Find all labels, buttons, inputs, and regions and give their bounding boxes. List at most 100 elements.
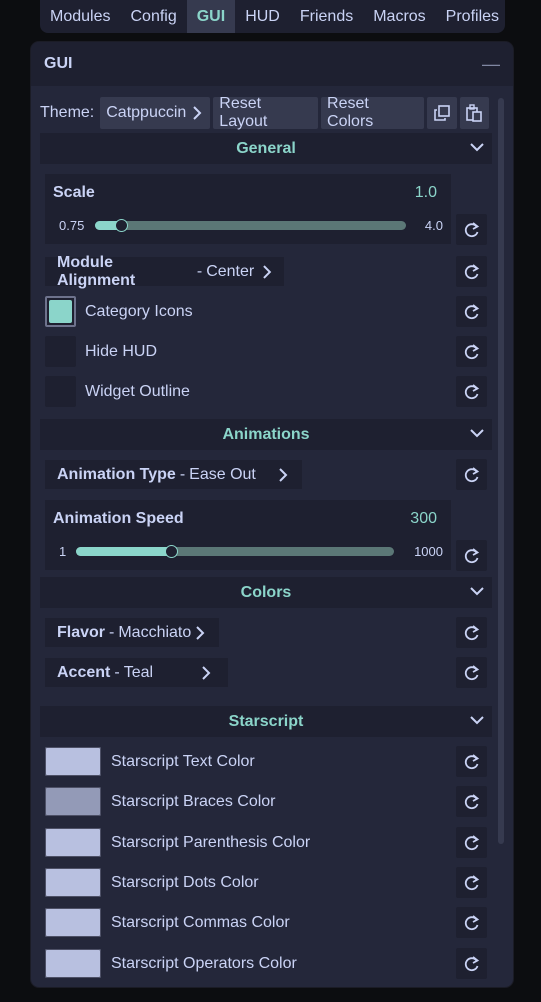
- hide-hud-checkbox[interactable]: [45, 336, 76, 367]
- animation-speed-max: 1000: [414, 544, 443, 559]
- reset-icon: [464, 914, 479, 930]
- color-setting-label: Starscript Dots Color: [111, 873, 259, 891]
- accent-reset-button[interactable]: [456, 657, 487, 688]
- color-setting-label: Starscript Parenthesis Color: [111, 833, 311, 851]
- section-header-animations[interactable]: Animations: [40, 419, 492, 450]
- animation-speed-value: 300: [410, 510, 437, 527]
- reset-icon: [464, 834, 479, 850]
- reset-icon: [464, 466, 479, 482]
- color-setting-label: Starscript Commas Color: [111, 913, 290, 931]
- hide-hud-label: Hide HUD: [85, 342, 158, 360]
- starscript-body: Starscript Text Color Starscript Braces …: [40, 737, 492, 987]
- section-title: General: [236, 139, 296, 157]
- window-header[interactable]: GUI —: [31, 42, 513, 86]
- animation-type-reset-button[interactable]: [456, 459, 487, 490]
- reset-icon: [464, 664, 479, 680]
- reset-icon: [464, 383, 479, 399]
- animation-type-value: Ease Out: [189, 465, 256, 483]
- animation-speed-slider-fill: [76, 547, 172, 556]
- widget-outline-setting: Widget Outline: [45, 376, 190, 407]
- section-header-colors[interactable]: Colors: [40, 577, 492, 608]
- scale-min: 0.75: [59, 218, 85, 233]
- flavor-dropdown[interactable]: Flavor - Macchiato: [45, 618, 219, 647]
- reset-colors-button[interactable]: Reset Colors: [321, 95, 424, 130]
- theme-label: Theme:: [40, 104, 95, 121]
- chevron-right-icon: [279, 467, 288, 482]
- tab-config[interactable]: Config: [120, 0, 186, 33]
- starscript-commas-color-reset-button[interactable]: [456, 907, 487, 938]
- category-icons-reset-button[interactable]: [456, 296, 487, 327]
- widget-outline-label: Widget Outline: [85, 382, 190, 400]
- starscript-operators-color-setting: Starscript Operators Color: [45, 949, 297, 978]
- scale-reset-button[interactable]: [456, 214, 487, 245]
- tab-modules[interactable]: Modules: [40, 0, 120, 33]
- animation-type-dropdown[interactable]: Animation Type - Ease Out: [45, 460, 302, 489]
- chevron-down-icon: [470, 587, 484, 596]
- category-icons-checkbox[interactable]: [45, 296, 76, 327]
- tab-profiles[interactable]: Profiles: [436, 0, 509, 33]
- minimize-button[interactable]: —: [482, 54, 500, 75]
- color-setting-label: Starscript Text Color: [111, 752, 255, 770]
- category-icons-setting: Category Icons: [45, 296, 193, 327]
- color-swatch[interactable]: [45, 787, 101, 816]
- reset-icon: [464, 753, 479, 769]
- color-setting-label: Starscript Operators Color: [111, 954, 297, 972]
- animation-type-label: Animation Type: [57, 465, 176, 483]
- flavor-reset-button[interactable]: [456, 617, 487, 648]
- module-alignment-label: Module Alignment: [57, 253, 136, 289]
- reset-icon: [464, 343, 479, 359]
- tab-gui[interactable]: GUI: [186, 0, 236, 33]
- accent-dropdown[interactable]: Accent - Teal: [45, 658, 228, 687]
- reset-icon: [464, 874, 479, 890]
- checkbox-mark: [49, 300, 72, 323]
- scale-value: 1.0: [414, 184, 437, 201]
- widget-outline-reset-button[interactable]: [456, 376, 487, 407]
- module-alignment-reset-button[interactable]: [456, 256, 487, 287]
- color-swatch[interactable]: [45, 828, 101, 857]
- section-header-general[interactable]: General: [40, 133, 492, 164]
- starscript-dots-color-reset-button[interactable]: [456, 867, 487, 898]
- section-header-starscript[interactable]: Starscript: [40, 706, 492, 737]
- chevron-down-icon: [470, 429, 484, 438]
- color-swatch[interactable]: [45, 949, 101, 978]
- reset-icon: [464, 263, 479, 279]
- animation-speed-slider[interactable]: [76, 545, 394, 558]
- scrollbar[interactable]: [498, 98, 504, 844]
- theme-row: Theme: Catppuccin Reset Layout Reset Col…: [40, 95, 492, 130]
- theme-select-button[interactable]: Catppuccin: [100, 97, 211, 129]
- scale-max: 4.0: [424, 218, 443, 233]
- starscript-parenthesis-color-setting: Starscript Parenthesis Color: [45, 828, 310, 857]
- scale-setting: Scale 1.0 0.75 4.0: [45, 174, 451, 244]
- starscript-dots-color-setting: Starscript Dots Color: [45, 868, 259, 897]
- starscript-operators-color-reset-button[interactable]: [456, 948, 487, 979]
- animation-speed-reset-button[interactable]: [456, 540, 487, 571]
- starscript-braces-color-reset-button[interactable]: [456, 786, 487, 817]
- scale-slider-handle[interactable]: [115, 219, 129, 232]
- animation-speed-min: 1: [59, 544, 67, 559]
- widget-outline-checkbox[interactable]: [45, 376, 76, 407]
- color-swatch[interactable]: [45, 747, 101, 776]
- tab-friends[interactable]: Friends: [290, 0, 363, 33]
- starscript-commas-color-setting: Starscript Commas Color: [45, 908, 290, 937]
- scale-label: Scale: [53, 184, 95, 201]
- starscript-text-color-reset-button[interactable]: [456, 746, 487, 777]
- reset-layout-button[interactable]: Reset Layout: [213, 95, 319, 130]
- gui-window: GUI — Theme: Catppuccin Reset Layout Res…: [31, 42, 513, 987]
- tab-hud[interactable]: HUD: [235, 0, 290, 33]
- module-alignment-dropdown[interactable]: Module Alignment - Center: [45, 254, 284, 289]
- animations-body: Animation Type - Ease Out Animation Spee…: [40, 450, 492, 577]
- animation-speed-setting: Animation Speed 300 1 1000: [45, 500, 451, 570]
- starscript-braces-color-setting: Starscript Braces Color: [45, 787, 276, 816]
- color-swatch[interactable]: [45, 868, 101, 897]
- animation-speed-slider-handle[interactable]: [165, 545, 179, 558]
- paste-button[interactable]: [459, 97, 489, 129]
- hide-hud-reset-button[interactable]: [456, 336, 487, 367]
- copy-button[interactable]: [427, 97, 457, 129]
- starscript-parenthesis-color-reset-button[interactable]: [456, 827, 487, 858]
- window-content: Theme: Catppuccin Reset Layout Reset Col…: [40, 95, 492, 987]
- color-swatch[interactable]: [45, 908, 101, 937]
- category-icons-label: Category Icons: [85, 302, 193, 320]
- tab-macros[interactable]: Macros: [363, 0, 435, 33]
- scale-slider[interactable]: [95, 219, 406, 232]
- copy-icon: [433, 105, 450, 121]
